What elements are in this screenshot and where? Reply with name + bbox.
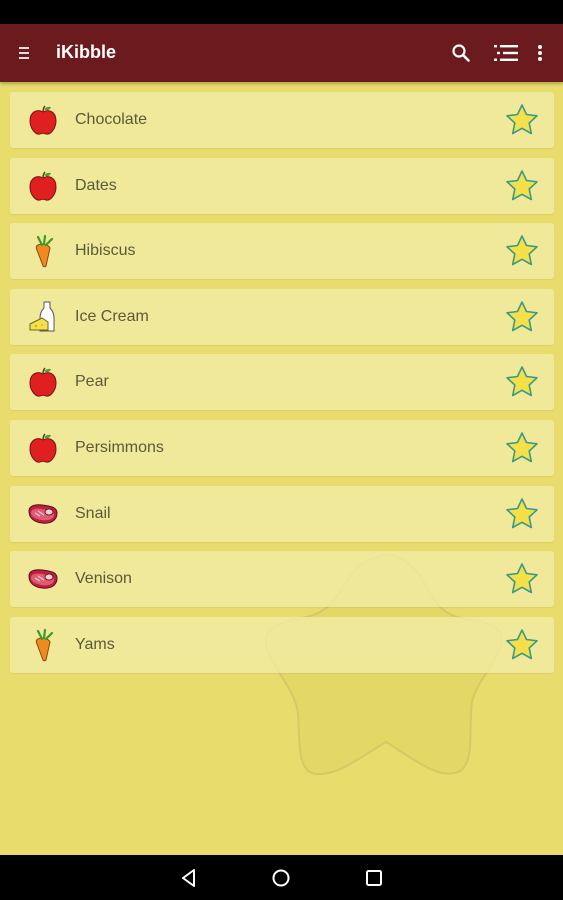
- food-name: Pear: [75, 373, 109, 391]
- meat-icon: [28, 503, 58, 524]
- favorite-star-icon[interactable]: [504, 233, 540, 269]
- food-name: Venison: [75, 570, 132, 588]
- app-bar: iKibble: [0, 24, 563, 82]
- home-icon[interactable]: [270, 867, 292, 889]
- apple-icon: [29, 105, 57, 135]
- list-item[interactable]: Yams: [10, 616, 554, 673]
- list-item[interactable]: Chocolate: [10, 92, 554, 148]
- list-item[interactable]: Venison: [10, 551, 554, 608]
- navigation-bar: [0, 855, 563, 900]
- list-item[interactable]: Ice Cream: [10, 288, 554, 345]
- favorite-star-icon[interactable]: [504, 102, 540, 138]
- carrot-icon: [35, 235, 54, 268]
- meat-icon: [28, 569, 58, 589]
- favorite-star-icon[interactable]: [504, 627, 540, 663]
- list-item[interactable]: Snail: [10, 485, 554, 542]
- food-list-screen: Chocolate Dates Hibiscus Ice Cream Pear …: [0, 82, 563, 855]
- food-name: Snail: [75, 504, 111, 522]
- more-vert-icon[interactable]: [530, 40, 550, 66]
- favorite-star-icon[interactable]: [504, 299, 540, 335]
- list-item[interactable]: Dates: [10, 157, 554, 214]
- list-icon[interactable]: [492, 40, 520, 66]
- favorite-star-icon[interactable]: [504, 561, 540, 597]
- food-name: Hibiscus: [75, 242, 136, 260]
- apple-icon: [29, 171, 57, 201]
- status-bar: [0, 0, 563, 24]
- carrot-icon: [35, 628, 54, 661]
- food-name: Dates: [75, 176, 117, 194]
- food-name: Ice Cream: [75, 307, 149, 325]
- apple-icon: [29, 433, 57, 463]
- food-name: Chocolate: [75, 111, 148, 128]
- food-name: Yams: [75, 635, 115, 653]
- list-item[interactable]: Hibiscus: [10, 223, 554, 280]
- app-title: iKibble: [56, 42, 117, 62]
- menu-icon[interactable]: [12, 40, 36, 66]
- back-icon[interactable]: [178, 867, 200, 889]
- favorite-star-icon[interactable]: [504, 496, 540, 532]
- search-icon[interactable]: [448, 40, 474, 66]
- dairy-icon: [29, 301, 55, 332]
- list-item[interactable]: Pear: [10, 354, 554, 411]
- favorite-star-icon[interactable]: [504, 364, 540, 400]
- apple-icon: [29, 367, 57, 397]
- favorite-star-icon[interactable]: [504, 168, 540, 204]
- food-name: Persimmons: [75, 438, 164, 456]
- recents-icon[interactable]: [363, 867, 385, 889]
- favorite-star-icon[interactable]: [504, 430, 540, 466]
- list-item[interactable]: Persimmons: [10, 419, 554, 476]
- food-list: Chocolate Dates Hibiscus Ice Cream Pear …: [10, 92, 554, 682]
